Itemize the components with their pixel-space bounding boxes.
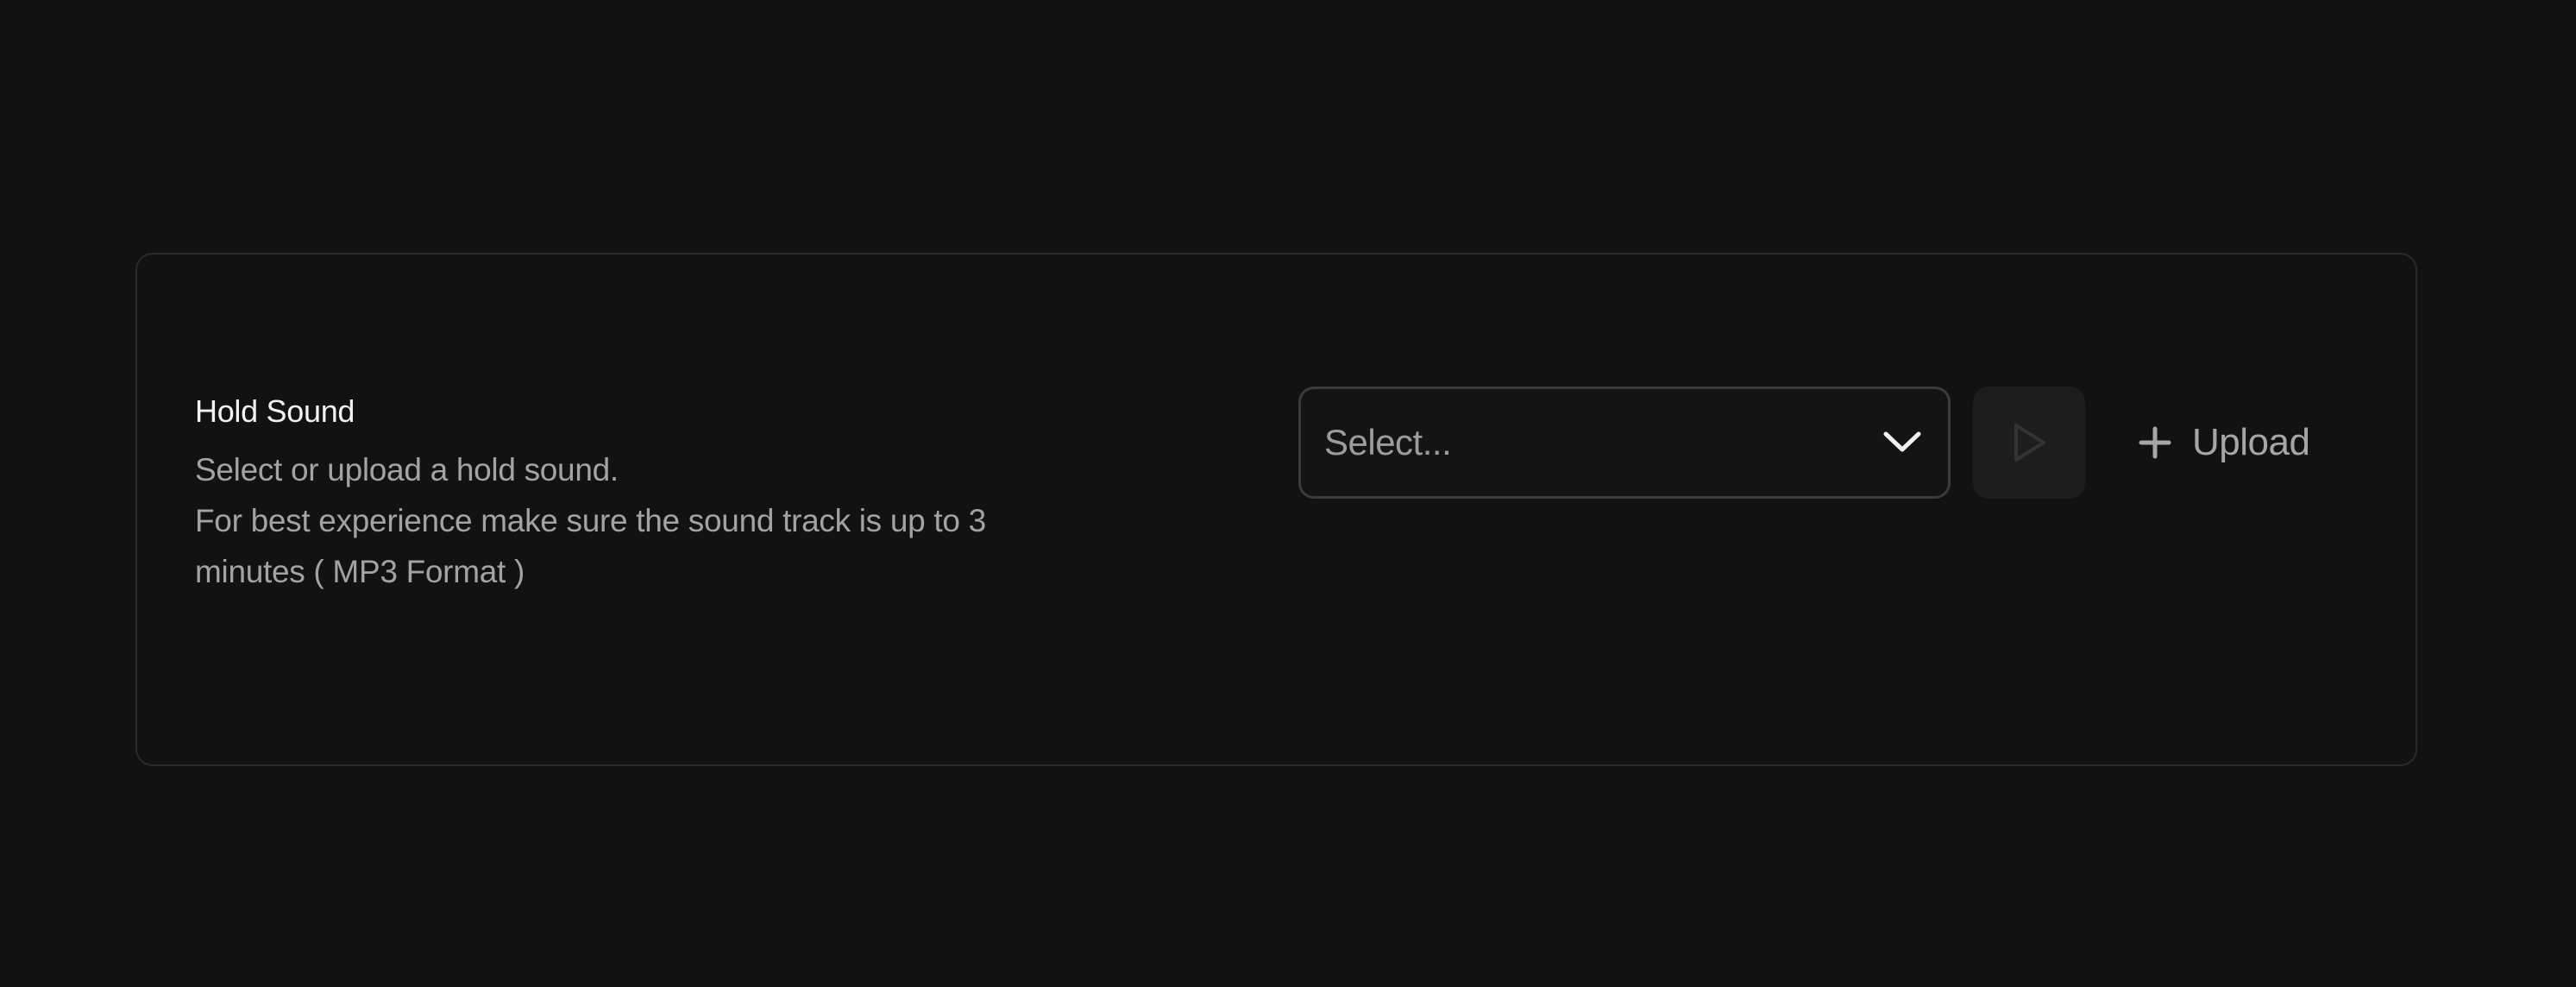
hold-sound-info: Hold Sound Select or upload a hold sound…	[195, 393, 1058, 597]
description-line: Select or upload a hold sound.	[195, 452, 619, 487]
hold-sound-select[interactable]: Select...	[1298, 387, 1951, 499]
hold-sound-card: Hold Sound Select or upload a hold sound…	[135, 253, 2417, 766]
select-placeholder: Select...	[1324, 422, 1452, 462]
description-line: minutes ( MP3 Format )	[195, 554, 525, 589]
hold-sound-title: Hold Sound	[195, 393, 355, 429]
play-icon	[2014, 424, 2045, 462]
description-line: For best experience make sure the sound …	[195, 503, 986, 538]
play-button[interactable]	[1973, 387, 2085, 499]
plus-icon	[2139, 426, 2171, 459]
hold-sound-description: Select or upload a hold sound. For best …	[195, 444, 1058, 597]
upload-button[interactable]: Upload	[2139, 387, 2310, 499]
chevron-down-icon	[1883, 431, 1921, 452]
upload-label: Upload	[2192, 421, 2310, 463]
